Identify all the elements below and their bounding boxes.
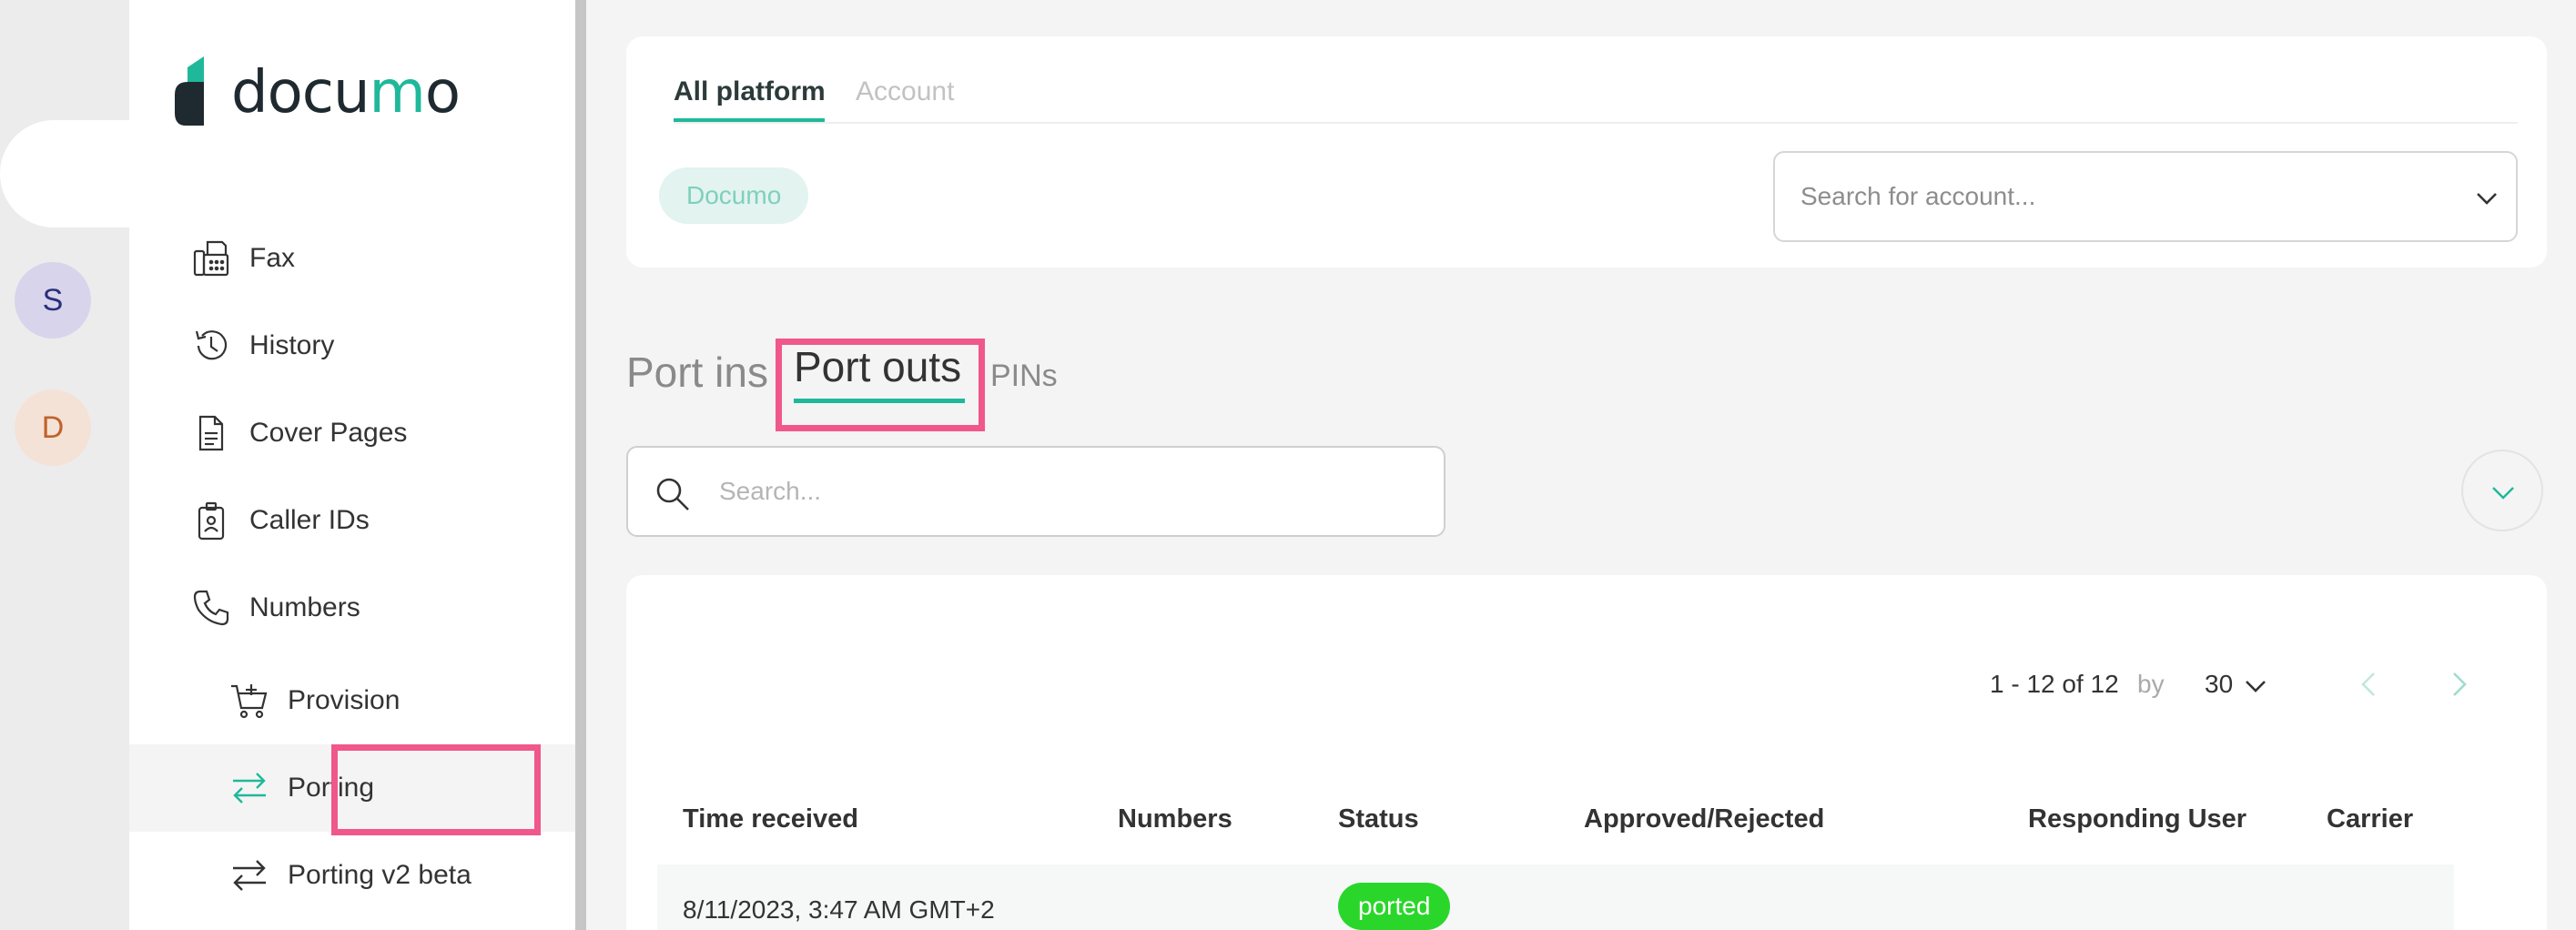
search-icon xyxy=(656,478,689,510)
fax-icon xyxy=(193,240,229,277)
status-badge: ported xyxy=(1338,883,1451,930)
chevron-left-icon[interactable] xyxy=(2356,666,2383,703)
tab-port-ins[interactable]: Port ins xyxy=(626,348,768,397)
swap-arrows-icon xyxy=(233,773,266,804)
column-header-carrier[interactable]: Carrier xyxy=(2327,804,2413,834)
account-search-select[interactable]: Search for account... xyxy=(1773,151,2518,242)
logo-text-start: docu xyxy=(231,59,370,126)
sidebar-item-provision[interactable]: Provision xyxy=(129,657,575,744)
logo-text: documo xyxy=(231,55,461,131)
port-outs-highlight-box xyxy=(776,339,985,431)
avatar-s-letter: S xyxy=(42,282,64,318)
sidebar-item-label: History xyxy=(249,330,335,360)
column-header-responding-user[interactable]: Responding User xyxy=(2028,804,2246,834)
port-outs-table-card: 1 - 12 of 12 by 30 Time received Numbers… xyxy=(626,575,2547,930)
pagination-range: 1 - 12 of 12 xyxy=(1990,670,2119,698)
search-input[interactable]: Search... xyxy=(626,446,1445,537)
row-time-received: 8/11/2023, 3:47 AM GMT+2 xyxy=(683,895,995,924)
search-placeholder: Search... xyxy=(719,477,822,505)
sidebar-item-label: Fax xyxy=(249,243,296,273)
column-header-approved-rejected[interactable]: Approved/Rejected xyxy=(1584,804,1824,834)
avatar-d-letter: D xyxy=(41,409,65,445)
scope-card: All platform Account Documo Search for a… xyxy=(626,36,2547,268)
cart-icon xyxy=(231,684,268,719)
sidebar: documo Fax History Cover Pages Caller ID… xyxy=(129,0,575,930)
documo-logo[interactable]: documo xyxy=(167,55,461,131)
swap-arrows-icon xyxy=(233,860,266,891)
sidebar-item-label: Caller IDs xyxy=(249,505,370,535)
sidebar-item-label: Numbers xyxy=(249,592,360,622)
chevron-down-icon xyxy=(2492,487,2514,500)
platform-chip[interactable]: Documo xyxy=(659,167,809,224)
sidebar-item-caller-ids[interactable]: Caller IDs xyxy=(129,477,575,564)
sidebar-resize-handle[interactable] xyxy=(575,0,586,930)
history-icon xyxy=(195,330,228,360)
rail-active-org[interactable] xyxy=(0,120,146,308)
column-header-numbers[interactable]: Numbers xyxy=(1118,804,1232,834)
sidebar-item-label: Porting v2 beta xyxy=(288,860,472,890)
sidebar-item-label: Provision xyxy=(288,685,401,715)
column-header-time-received[interactable]: Time received xyxy=(683,804,858,834)
logo-text-end: o xyxy=(424,59,461,126)
active-tab-indicator xyxy=(674,118,825,122)
expand-filters-button[interactable] xyxy=(2461,450,2543,531)
account-search-placeholder: Search for account... xyxy=(1800,182,2036,210)
sidebar-item-cover-pages[interactable]: Cover Pages xyxy=(129,389,575,477)
logo-text-accent: m xyxy=(369,59,426,126)
tab-all-platform[interactable]: All platform xyxy=(674,76,826,107)
tab-account[interactable]: Account xyxy=(856,76,954,107)
page-size-select[interactable]: 30 xyxy=(2205,670,2233,699)
sidebar-item-numbers[interactable]: Numbers xyxy=(129,564,575,652)
tabs-divider xyxy=(674,122,2518,124)
sidebar-item-porting-v2-beta[interactable]: Porting v2 beta xyxy=(129,832,575,919)
sidebar-item-history[interactable]: History xyxy=(129,302,575,389)
document-icon xyxy=(198,415,224,451)
badge-icon xyxy=(198,501,225,541)
chevron-right-icon[interactable] xyxy=(2445,666,2472,703)
sidebar-item-fax[interactable]: Fax xyxy=(129,215,575,302)
avatar-s[interactable]: S xyxy=(15,262,91,339)
phone-icon xyxy=(193,590,229,626)
pagination-by-label: by xyxy=(2137,670,2165,698)
tab-pins[interactable]: PINs xyxy=(990,359,1058,394)
avatar-d[interactable]: D xyxy=(15,389,91,466)
documo-logo-mark-icon xyxy=(175,56,204,126)
column-header-status[interactable]: Status xyxy=(1338,804,1419,834)
chevron-down-icon[interactable] xyxy=(2243,675,2268,697)
porting-highlight-box xyxy=(331,744,541,835)
chevron-down-icon xyxy=(2477,193,2497,205)
sidebar-item-label: Cover Pages xyxy=(249,418,408,448)
